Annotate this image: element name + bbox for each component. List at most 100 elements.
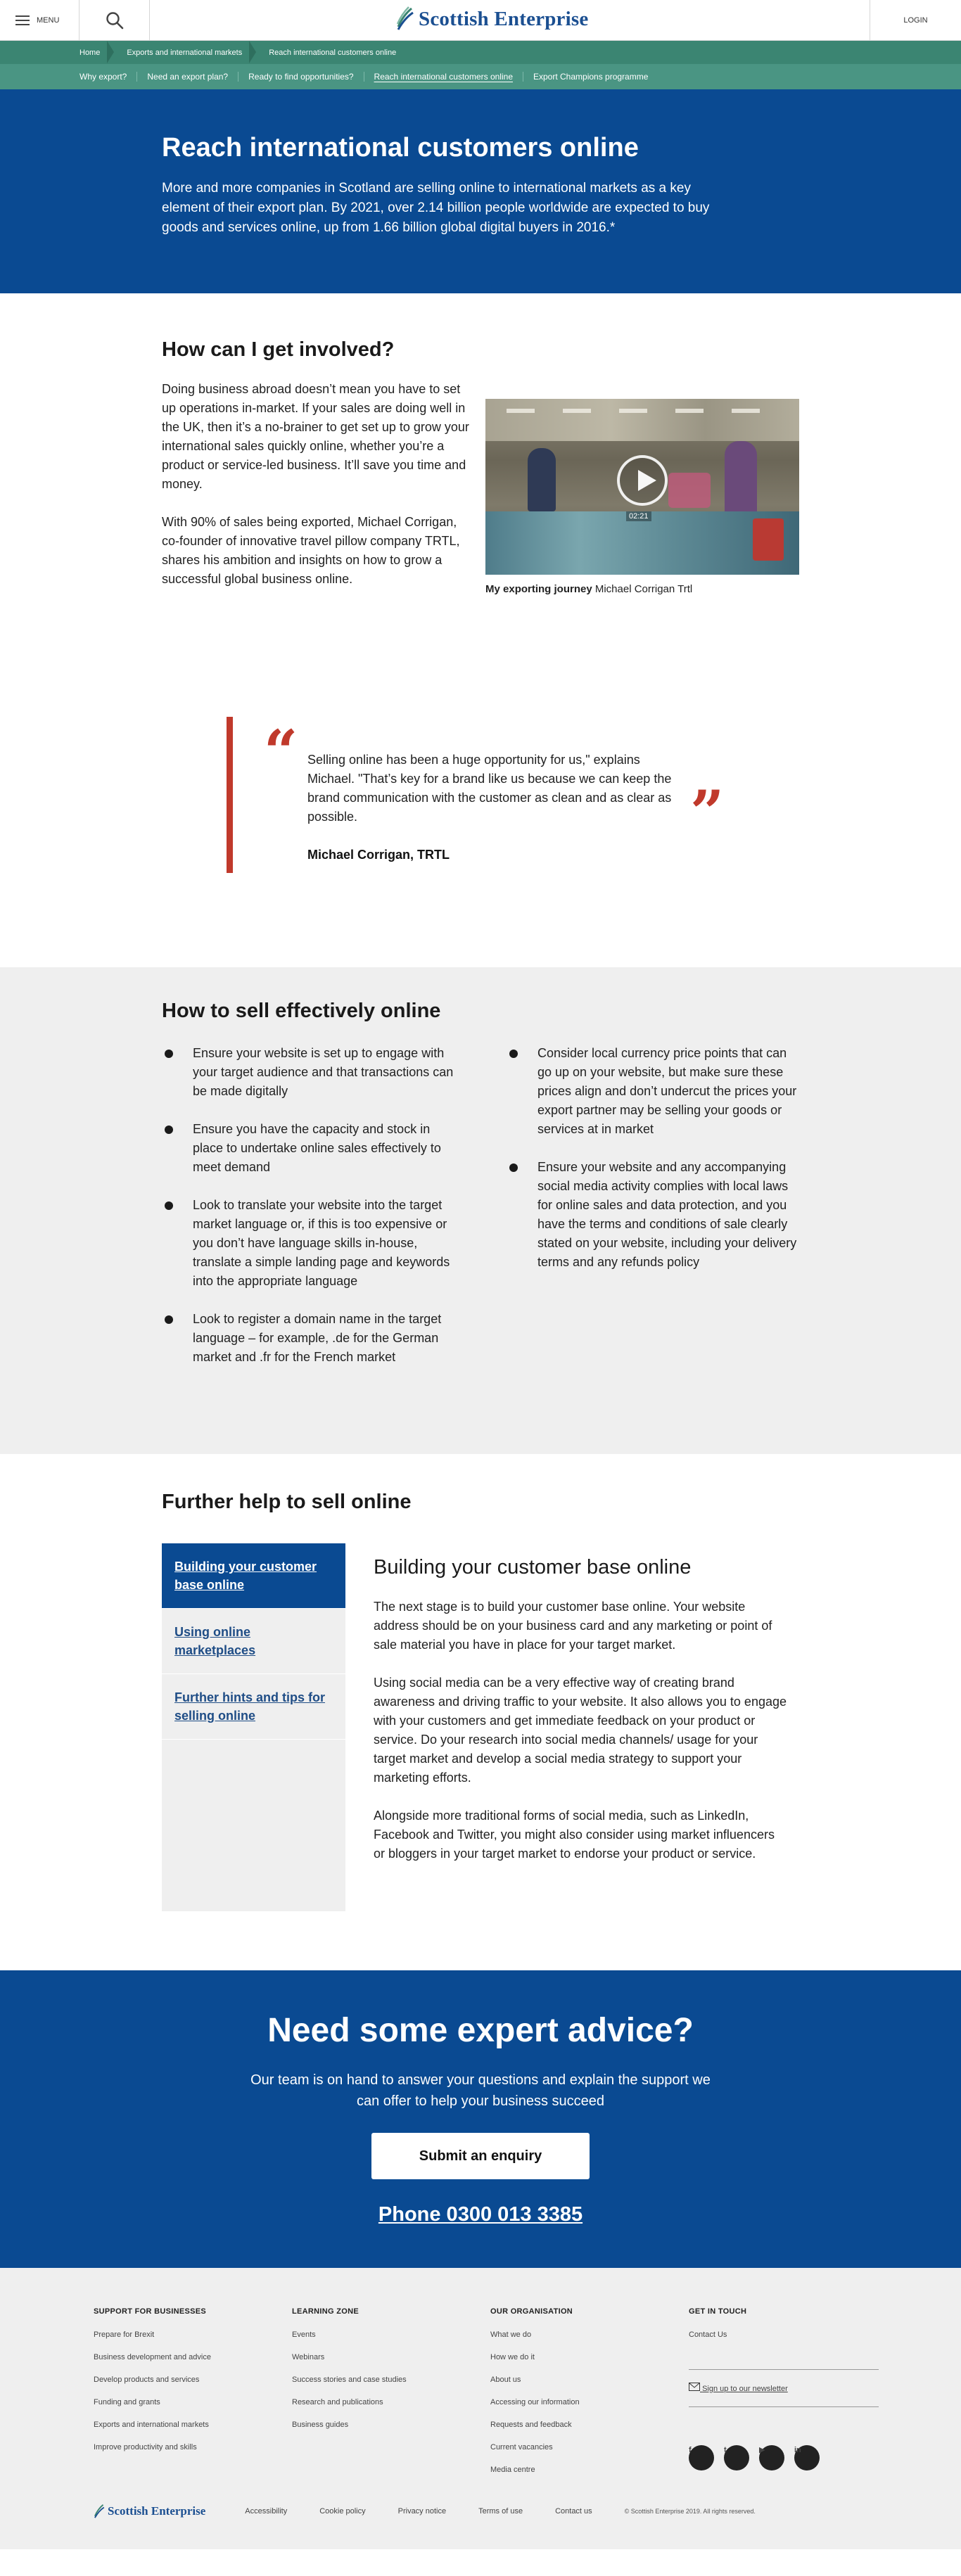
breadcrumb: Home Exports and international markets R… <box>0 41 961 64</box>
footer-heading: OUR ORGANISATION <box>490 2307 573 2316</box>
footer-col-contact: GET IN TOUCH Contact Us Sign up to our n… <box>689 2307 887 2487</box>
breadcrumb-current: Reach international customers online <box>269 48 397 57</box>
subnav-reach-online[interactable]: Reach international customers online <box>363 72 523 82</box>
hero-intro: More and more companies in Scotland are … <box>162 181 710 235</box>
tab-hints-and-tips[interactable]: Further hints and tips for selling onlin… <box>162 1674 345 1740</box>
hero-banner: Reach international customers online Mor… <box>0 89 961 293</box>
footer-logo-text: Scottish Enterprise <box>108 2504 206 2518</box>
further-help-section: Further help to sell online Building you… <box>0 1454 961 1970</box>
footer-col-learning: LEARNING ZONE Events Webinars Success st… <box>292 2307 490 2487</box>
footer-link[interactable]: Funding and grants <box>94 2397 292 2407</box>
footer-link[interactable]: Develop products and services <box>94 2375 292 2385</box>
subnav-find-opportunities[interactable]: Ready to find opportunities? <box>238 72 363 82</box>
phone-link[interactable]: Phone 0300 013 3385 <box>0 2203 961 2226</box>
hamburger-icon <box>15 15 30 25</box>
close-quote-icon: ” <box>690 777 725 847</box>
breadcrumb-home[interactable]: Home <box>79 41 115 64</box>
tab-online-marketplaces[interactable]: Using online marketplaces <box>162 1609 345 1674</box>
footer-link[interactable]: Media centre <box>490 2465 689 2475</box>
tab-paragraph: The next stage is to build your customer… <box>374 1600 772 1652</box>
video-player[interactable]: 02:21 <box>485 399 799 575</box>
twitter-icon[interactable]: t <box>724 2445 749 2470</box>
footer-link[interactable]: How we do it <box>490 2352 689 2362</box>
envelope-icon <box>689 2383 700 2391</box>
expert-advice-banner: Need some expert advice? Our team is on … <box>0 1970 961 2268</box>
footer-link[interactable]: Research and publications <box>292 2397 490 2407</box>
breadcrumb-exports[interactable]: Exports and international markets <box>115 41 257 64</box>
footer-link[interactable]: Webinars <box>292 2352 490 2362</box>
list-item: Consider local currency price points tha… <box>507 1044 802 1139</box>
subnav-why-export[interactable]: Why export? <box>79 72 136 82</box>
testimonial-quote: “ Selling online has been a huge opportu… <box>227 717 724 873</box>
video-duration: 02:21 <box>626 511 651 521</box>
video-caption-title: My exporting journey <box>485 583 592 595</box>
list-item: Look to register a domain name in the ta… <box>162 1310 457 1367</box>
footer-link[interactable]: What we do <box>490 2330 689 2340</box>
involved-paragraph-1: Doing business abroad doesn’t mean you h… <box>162 382 469 491</box>
play-icon[interactable] <box>617 455 668 506</box>
login-button[interactable]: LOGIN <box>870 0 961 41</box>
newsletter-label: Sign up to our newsletter <box>702 2385 788 2393</box>
contact-us-footer-link[interactable]: Contact us <box>555 2507 592 2516</box>
youtube-icon[interactable]: ▶ <box>759 2445 784 2470</box>
tab-paragraph: Using social media can be a very effecti… <box>374 1676 787 1785</box>
tab-content-heading: Building your customer base online <box>374 1556 692 1579</box>
subnav-export-plan[interactable]: Need an export plan? <box>136 72 238 82</box>
tab-building-customer-base[interactable]: Building your customer base online <box>162 1543 345 1609</box>
tips-list-right: Consider local currency price points tha… <box>507 1044 802 1386</box>
footer-link[interactable]: Requests and feedback <box>490 2420 689 2430</box>
cookie-policy-link[interactable]: Cookie policy <box>319 2507 365 2516</box>
search-button[interactable] <box>79 0 150 41</box>
footer-link[interactable]: Accessing our information <box>490 2397 689 2407</box>
list-item: Ensure your website is set up to engage … <box>162 1044 457 1101</box>
get-involved-section: How can I get involved? Doing business a… <box>0 293 961 967</box>
linkedin-icon[interactable]: in <box>794 2445 820 2470</box>
footer-link[interactable]: Current vacancies <box>490 2442 689 2452</box>
footer-link[interactable]: Success stories and case studies <box>292 2375 490 2385</box>
sell-heading: How to sell effectively online <box>162 1000 441 1022</box>
menu-label: MENU <box>37 16 60 25</box>
privacy-notice-link[interactable]: Privacy notice <box>398 2507 446 2516</box>
footer-logo[interactable]: Scottish Enterprise <box>94 2503 205 2520</box>
footer-link[interactable]: Exports and international markets <box>94 2420 292 2430</box>
social-links: f t ▶ in <box>689 2445 887 2483</box>
tab-content: Building your customer base online The n… <box>374 1543 789 1911</box>
further-help-tabs: Building your customer base online Using… <box>162 1543 345 1911</box>
footer-link[interactable]: Prepare for Brexit <box>94 2330 292 2340</box>
involved-heading: How can I get involved? <box>162 338 395 361</box>
list-item: Ensure you have the capacity and stock i… <box>162 1120 457 1177</box>
video-caption: My exporting journey Michael Corrigan Tr… <box>485 583 692 595</box>
divider <box>689 2406 879 2407</box>
footer-col-organisation: OUR ORGANISATION What we do How we do it… <box>490 2307 689 2487</box>
facebook-icon[interactable]: f <box>689 2445 714 2470</box>
open-quote-icon: “ <box>264 717 298 786</box>
footer-link[interactable]: Improve productivity and skills <box>94 2442 292 2452</box>
footer-link[interactable]: Events <box>292 2330 490 2340</box>
expert-body: Our team is on hand to answer your quest… <box>250 2072 711 2109</box>
list-item: Ensure your website and any accompanying… <box>507 1158 802 1272</box>
quote-author: Michael Corrigan, TRTL <box>307 848 450 862</box>
footer-bottom: Scottish Enterprise Accessibility Cookie… <box>94 2503 756 2520</box>
footer-link[interactable]: Business guides <box>292 2420 490 2430</box>
site-logo[interactable]: Scottish Enterprise <box>396 6 588 32</box>
submit-enquiry-button[interactable]: Submit an enquiry <box>371 2133 590 2179</box>
menu-button[interactable]: MENU <box>0 0 79 41</box>
tips-list-left: Ensure your website is set up to engage … <box>162 1044 457 1386</box>
footer-heading: SUPPORT FOR BUSINESSES <box>94 2307 207 2316</box>
footer-heading: LEARNING ZONE <box>292 2307 359 2316</box>
accessibility-link[interactable]: Accessibility <box>245 2507 287 2516</box>
divider <box>689 2369 879 2370</box>
site-header: MENU Scottish Enterprise LOGIN <box>0 0 961 41</box>
footer-link[interactable]: About us <box>490 2375 689 2385</box>
subnav-export-champions[interactable]: Export Champions programme <box>523 72 658 82</box>
contact-us-link[interactable]: Contact Us <box>689 2330 887 2340</box>
copyright: © Scottish Enterprise 2019. All rights r… <box>624 2508 756 2515</box>
expert-heading: Need some expert advice? <box>267 2012 694 2049</box>
newsletter-link[interactable]: Sign up to our newsletter <box>689 2383 887 2394</box>
further-heading: Further help to sell online <box>162 1491 412 1513</box>
logo-mark-icon <box>396 6 414 30</box>
search-icon <box>106 12 123 30</box>
footer-link[interactable]: Business development and advice <box>94 2352 292 2362</box>
logo-text: Scottish Enterprise <box>419 7 589 30</box>
terms-of-use-link[interactable]: Terms of use <box>478 2507 523 2516</box>
